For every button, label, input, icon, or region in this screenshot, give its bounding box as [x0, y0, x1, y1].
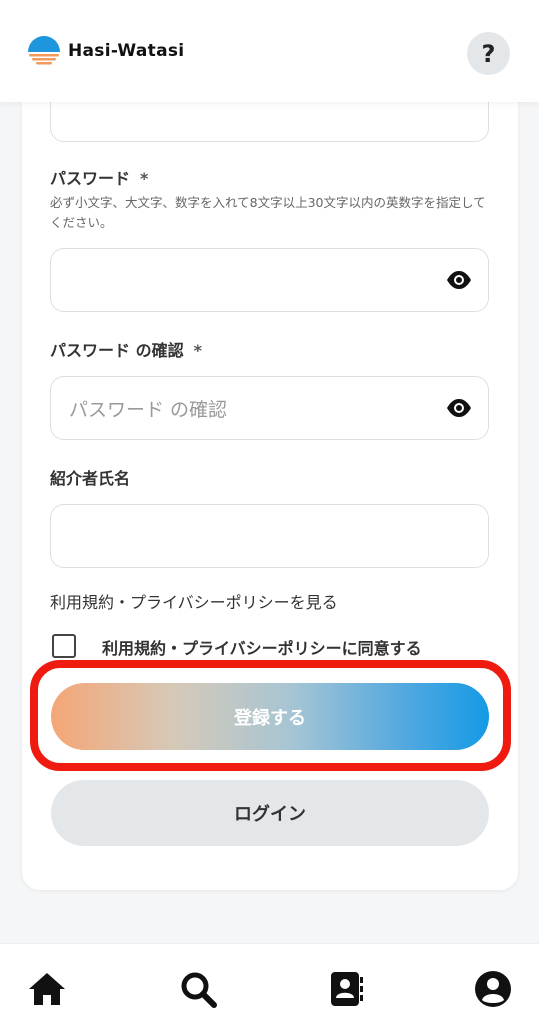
nav-contacts[interactable]: [325, 968, 367, 1010]
agree-checkbox[interactable]: [52, 634, 76, 658]
show-password-eye-icon[interactable]: [446, 270, 472, 294]
register-button[interactable]: 登録する: [51, 683, 489, 750]
help-button[interactable]: ?: [467, 32, 510, 75]
contacts-book-icon: [331, 972, 363, 1006]
password-label: パスワード *: [50, 169, 149, 188]
terms-link[interactable]: 利用規約・プライバシーポリシーを見る: [50, 589, 338, 613]
bottom-nav: [0, 943, 539, 1024]
app-header: Hasi-Watasi ?: [0, 0, 539, 102]
nav-home[interactable]: [26, 968, 68, 1010]
password-hint: 必ず小文字、大文字、数字を入れて8文字以上30文字以内の英数字を指定してください…: [50, 195, 486, 230]
logo-icon: [28, 36, 60, 65]
agree-label[interactable]: 利用規約・プライバシーポリシーに同意する: [102, 635, 422, 659]
app-logo[interactable]: Hasi-Watasi: [26, 36, 184, 66]
home-icon: [29, 973, 65, 1005]
search-icon: [181, 972, 217, 1008]
app-name: Hasi-Watasi: [68, 41, 185, 61]
register-button-label: 登録する: [234, 707, 306, 729]
nav-profile[interactable]: [472, 968, 514, 1010]
password-confirm-placeholder: パスワード の確認: [69, 399, 228, 421]
referrer-label: 紹介者氏名: [50, 469, 131, 488]
profile-icon: [475, 971, 511, 1007]
show-password-confirm-eye-icon[interactable]: [446, 398, 472, 422]
nav-search[interactable]: [177, 968, 219, 1010]
login-button-label: ログイン: [234, 804, 306, 825]
password-confirm-label: パスワード の確認 *: [50, 341, 202, 360]
password-confirm-input[interactable]: パスワード の確認: [50, 376, 489, 440]
login-button[interactable]: ログイン: [51, 780, 489, 846]
password-input[interactable]: [50, 248, 489, 312]
referrer-input[interactable]: [50, 504, 489, 568]
help-icon: ?: [481, 39, 496, 68]
